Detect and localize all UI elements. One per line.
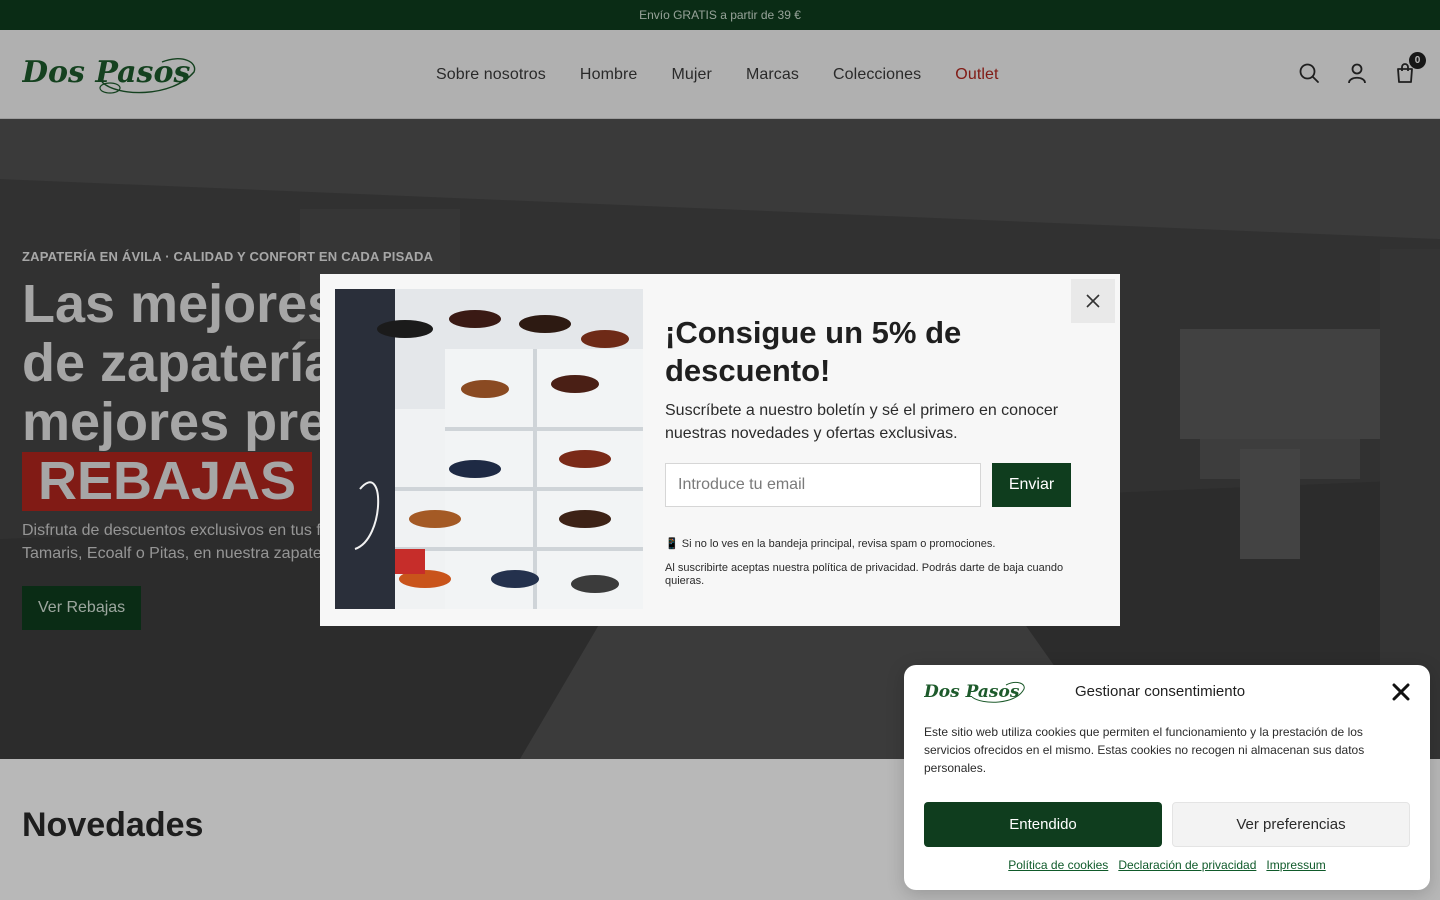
enviar-button[interactable]: Enviar — [992, 463, 1071, 507]
popup-subtitle: Suscríbete a nuestro boletín y sé el pri… — [665, 402, 1059, 442]
newsletter-popup: ¡Consigue un 5% de descuento! Suscríbete… — [320, 274, 1120, 626]
popup-legal-text: Al suscribirte aceptas nuestra política … — [665, 562, 1064, 587]
privacy-statement-link[interactable]: Declaración de privacidad — [1118, 858, 1256, 872]
email-input[interactable] — [665, 463, 981, 507]
impressum-link[interactable]: Impressum — [1266, 858, 1325, 872]
shoe-shelf-image — [335, 289, 643, 609]
cookie-description: Este sitio web utiliza cookies que permi… — [924, 725, 1365, 775]
cookie-policy-link[interactable]: Política de cookies — [1008, 858, 1108, 872]
cookie-title: Gestionar consentimiento — [1075, 683, 1246, 700]
cookie-policy-links: Política de cookies Declaración de priva… — [904, 858, 1430, 872]
cookie-logo: Dos Pasos — [924, 681, 1025, 703]
cookie-close-button[interactable] — [1390, 681, 1412, 703]
popup-title: ¡Consigue un 5% de descuento! — [665, 315, 962, 388]
cookie-consent-panel: Dos Pasos Gestionar consentimiento Este … — [904, 665, 1430, 890]
cookie-logo-text: Dos Pasos — [924, 682, 1020, 702]
close-icon — [1086, 294, 1100, 308]
cookie-accept-button[interactable]: Entendido — [924, 802, 1162, 847]
close-icon — [1392, 683, 1410, 701]
popup-spam-note: 📱 Si no lo ves en la bandeja principal, … — [665, 538, 996, 550]
cookie-preferences-button[interactable]: Ver preferencias — [1172, 802, 1410, 847]
